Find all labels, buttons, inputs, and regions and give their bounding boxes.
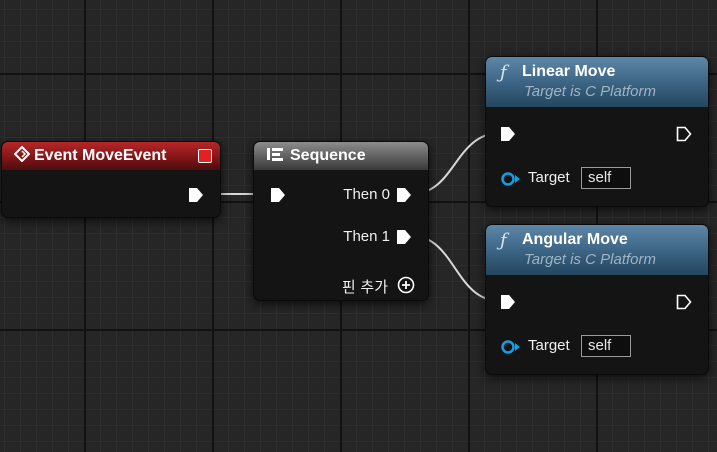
event-node[interactable]: Event MoveEvent <box>1 141 221 218</box>
angular-move-header[interactable]: ƒ Angular Move Target is C Platform <box>486 225 708 275</box>
add-pin-label[interactable]: 핀 추가 <box>342 276 388 297</box>
linear-move-header[interactable]: ƒ Linear Move Target is C Platform <box>486 57 708 107</box>
target-object-pin-icon[interactable] <box>500 171 522 187</box>
then-1-exec-pin[interactable] <box>396 229 412 245</box>
angular-move-title: Angular Move <box>522 231 628 248</box>
function-icon: ƒ <box>500 61 507 83</box>
sequence-icon <box>266 146 290 167</box>
add-pin-plus-icon[interactable] <box>397 276 415 294</box>
sequence-node-header[interactable]: Sequence <box>254 142 428 170</box>
exec-input-pin[interactable] <box>500 126 516 142</box>
event-node-title: Event MoveEvent <box>34 147 167 164</box>
target-input[interactable]: self <box>581 167 631 189</box>
linear-move-title: Linear Move <box>522 63 616 80</box>
event-node-header[interactable]: Event MoveEvent <box>2 142 220 170</box>
exec-input-pin[interactable] <box>500 294 516 310</box>
event-diamond-icon <box>13 145 34 167</box>
function-icon: ƒ <box>500 229 507 251</box>
target-label: Target <box>528 169 570 186</box>
delegate-square-icon[interactable] <box>198 149 212 163</box>
target-label: Target <box>528 337 570 354</box>
linear-move-subtitle: Target is C Platform <box>524 83 656 100</box>
exec-output-pin[interactable] <box>676 126 692 142</box>
then-0-label: Then 0 <box>343 186 390 203</box>
exec-input-pin[interactable] <box>270 187 286 203</box>
sequence-node[interactable]: Sequence Then 0 Then 1 핀 추가 <box>253 141 429 301</box>
exec-output-pin[interactable] <box>188 187 204 203</box>
target-object-pin-icon[interactable] <box>500 339 522 355</box>
function-node-linear-move[interactable]: ƒ Linear Move Target is C Platform Targe… <box>485 56 709 207</box>
target-input[interactable]: self <box>581 335 631 357</box>
then-1-label: Then 1 <box>343 228 390 245</box>
sequence-node-title: Sequence <box>290 147 366 164</box>
function-node-angular-move[interactable]: ƒ Angular Move Target is C Platform Targ… <box>485 224 709 375</box>
angular-move-subtitle: Target is C Platform <box>524 251 656 268</box>
exec-output-pin[interactable] <box>676 294 692 310</box>
then-0-exec-pin[interactable] <box>396 187 412 203</box>
